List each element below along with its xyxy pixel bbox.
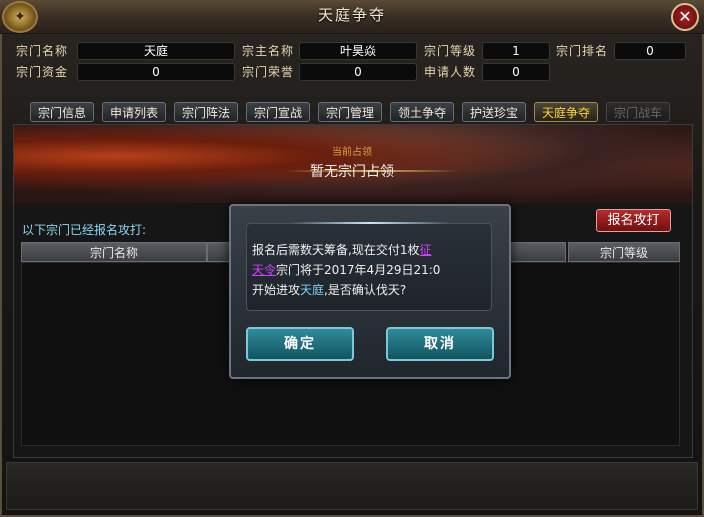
bottom-bar (6, 462, 698, 510)
tab-sect-info[interactable]: 宗门信息 (30, 102, 94, 122)
tab-formation[interactable]: 宗门阵法 (174, 102, 238, 122)
dialog-message: 报名后需数天筹备,现在交付1枚征 天令宗门将于2017年4月29日21:0 开始… (252, 240, 487, 300)
dialog-text-1: 报名后需数天筹备,现在交付1枚 (252, 243, 420, 257)
sect-rank-value: 0 (614, 42, 686, 60)
title-bar: ✦ 天庭争夺 ✕ (0, 0, 704, 34)
cancel-button[interactable]: 取消 (386, 327, 494, 361)
sect-level-value: 1 (482, 42, 550, 60)
target-link: 天庭 (300, 283, 325, 297)
occupant-label: 当前占领 (332, 147, 372, 158)
item-link-part-1[interactable]: 征 (419, 243, 431, 257)
sect-funds-value: 0 (77, 63, 235, 81)
occupant-value: 暂无宗门占领 (310, 164, 394, 180)
sect-honor-value: 0 (299, 63, 417, 81)
tab-escort-treasure[interactable]: 护送珍宝 (462, 102, 526, 122)
sect-funds-label: 宗门资金 (16, 65, 69, 79)
signup-attack-button[interactable]: 报名攻打 (596, 209, 671, 232)
sect-name-label: 宗门名称 (16, 44, 69, 58)
column-header-sect-name[interactable]: 宗门名称 (21, 242, 207, 262)
column-header-hidden-2 (510, 242, 566, 262)
tab-management[interactable]: 宗门管理 (318, 102, 382, 122)
dialog-text-2: 宗门将于2017年4月29日21:0 (276, 263, 441, 277)
registered-list-title: 以下宗门已经报名攻打: (22, 223, 147, 237)
window-title: 天庭争夺 (317, 6, 386, 24)
leader-name-value: 叶昊焱 (299, 42, 417, 60)
column-header-hidden (207, 242, 231, 262)
applicants-value: 0 (482, 63, 550, 81)
sect-honor-label: 宗门荣誉 (242, 65, 295, 79)
tab-declare-war[interactable]: 宗门宣战 (246, 102, 310, 122)
applicants-label: 申请人数 (424, 65, 477, 79)
column-header-sect-level[interactable]: 宗门等级 (568, 242, 680, 262)
dialog-glow (290, 222, 450, 224)
tab-applications[interactable]: 申请列表 (102, 102, 166, 122)
sect-level-label: 宗门等级 (424, 44, 477, 58)
dialog-text-4: ,是否确认伐天? (324, 283, 407, 297)
dialog-text-3: 开始进攻 (252, 283, 301, 297)
item-link-part-2[interactable]: 天令 (252, 263, 276, 277)
leader-name-label: 宗主名称 (242, 44, 295, 58)
tab-heaven-contest[interactable]: 天庭争夺 (534, 102, 598, 122)
close-icon[interactable]: ✕ (671, 3, 699, 31)
confirm-button[interactable]: 确定 (246, 327, 354, 361)
tab-chariot[interactable]: 宗门战车 (606, 102, 670, 122)
sect-rank-label: 宗门排名 (556, 44, 609, 58)
sect-name-value: 天庭 (77, 42, 235, 60)
tab-territory[interactable]: 领土争夺 (390, 102, 454, 122)
